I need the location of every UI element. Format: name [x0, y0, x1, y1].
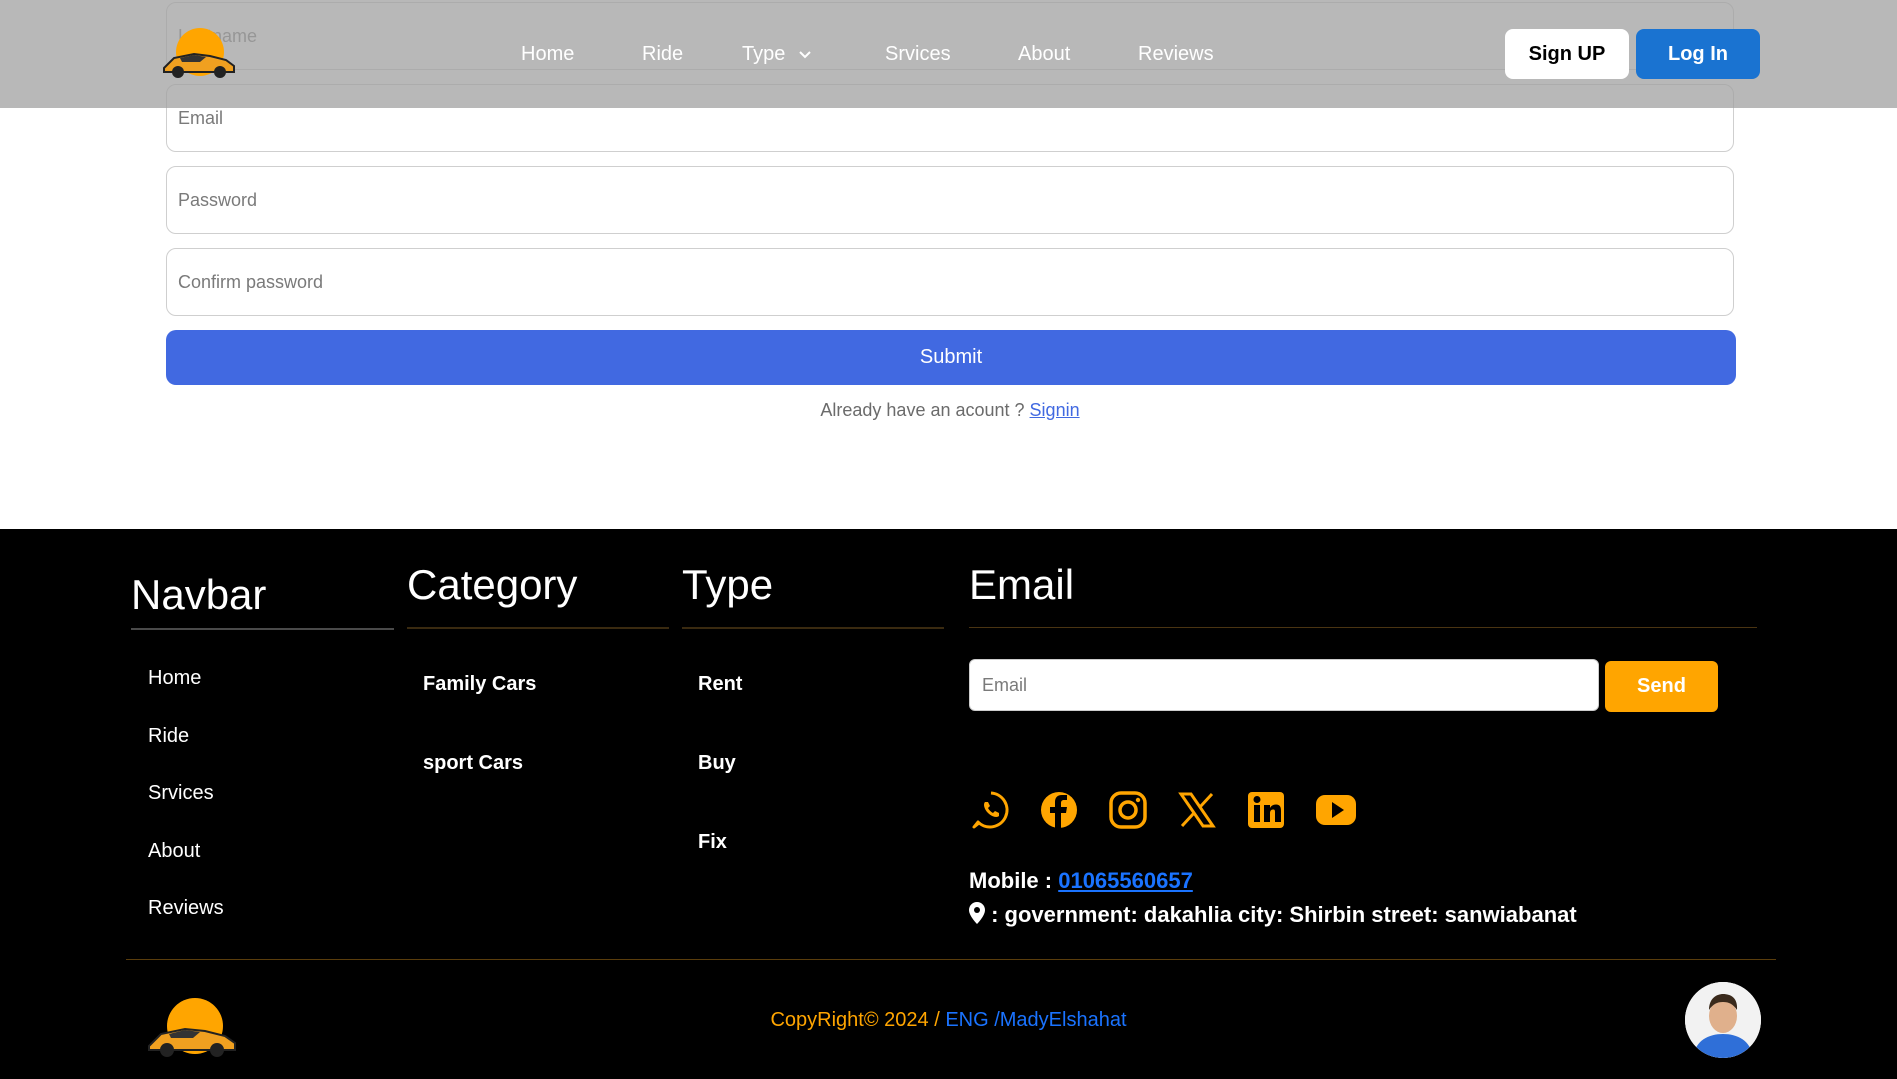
- signup-button[interactable]: Sign UP: [1505, 29, 1629, 79]
- youtube-icon[interactable]: [1314, 789, 1358, 831]
- footer-category-title: Category: [407, 561, 578, 608]
- mobile-label: Mobile :: [969, 868, 1059, 893]
- category-family-cars[interactable]: Family Cars: [423, 673, 536, 696]
- type-fix[interactable]: Fix: [698, 831, 727, 854]
- submit-button[interactable]: Submit: [166, 330, 1736, 385]
- chevron-down-icon: [799, 51, 812, 59]
- signin-link[interactable]: Signin: [1030, 400, 1080, 420]
- footer-nav-about[interactable]: About: [148, 840, 200, 863]
- newsletter-email-input[interactable]: [969, 659, 1599, 711]
- author-link[interactable]: ENG /MadyElshahat: [945, 1009, 1126, 1031]
- category-sport-cars[interactable]: sport Cars: [423, 752, 523, 775]
- category-divider: [407, 627, 669, 629]
- linkedin-icon[interactable]: [1245, 789, 1287, 831]
- type-rent[interactable]: Rent: [698, 673, 742, 696]
- login-button[interactable]: Log In: [1636, 29, 1760, 79]
- whatsapp-icon[interactable]: [970, 789, 1012, 831]
- address-text: : government: dakahlia city: Shirbin str…: [985, 902, 1577, 927]
- footer-nav-reviews[interactable]: Reviews: [148, 897, 224, 920]
- nav-reviews[interactable]: Reviews: [1138, 43, 1214, 66]
- map-pin-icon: [969, 902, 985, 924]
- instagram-icon[interactable]: [1107, 789, 1149, 831]
- top-navbar: Home Ride Type Srvices About Reviews Sig…: [0, 0, 1897, 108]
- have-account-text: Already have an acount ?: [820, 400, 1030, 420]
- nav-home[interactable]: Home: [521, 43, 574, 66]
- send-button[interactable]: Send: [1605, 661, 1718, 712]
- nav-type-label: Type: [742, 43, 786, 65]
- footer: [0, 529, 1897, 1079]
- copyright-text: CopyRight© 2024 /: [770, 1009, 946, 1031]
- password-field[interactable]: [166, 166, 1734, 234]
- confirm-password-field[interactable]: [166, 248, 1734, 316]
- navbar-divider: [131, 628, 394, 630]
- author-avatar[interactable]: [1685, 982, 1761, 1058]
- footer-nav-ride[interactable]: Ride: [148, 725, 189, 748]
- address-line: : government: dakahlia city: Shirbin str…: [969, 902, 1577, 928]
- car-logo-icon[interactable]: [160, 26, 240, 80]
- footer-email-title: Email: [969, 561, 1075, 608]
- x-twitter-icon[interactable]: [1176, 789, 1218, 831]
- footer-bottom-divider: [126, 959, 1776, 960]
- person-avatar-icon: [1685, 982, 1761, 1058]
- footer-nav-home[interactable]: Home: [148, 667, 201, 690]
- mobile-number-link[interactable]: 01065560657: [1058, 868, 1193, 893]
- facebook-icon[interactable]: [1038, 789, 1080, 831]
- email-divider: [969, 627, 1757, 628]
- type-divider: [682, 627, 944, 629]
- nav-about[interactable]: About: [1018, 43, 1070, 66]
- footer-type-title: Type: [682, 561, 774, 608]
- copyright: CopyRight© 2024 / ENG /MadyElshahat: [0, 1009, 1897, 1032]
- mobile-line: Mobile : 01065560657: [969, 868, 1193, 894]
- footer-navbar-title: Navbar: [131, 571, 267, 618]
- nav-services[interactable]: Srvices: [885, 43, 951, 66]
- nav-type-dropdown[interactable]: Type: [742, 43, 812, 66]
- signin-prompt: Already have an acount ? Signin: [0, 400, 1897, 421]
- type-buy[interactable]: Buy: [698, 752, 736, 775]
- nav-ride[interactable]: Ride: [642, 43, 683, 66]
- footer-nav-services[interactable]: Srvices: [148, 782, 214, 805]
